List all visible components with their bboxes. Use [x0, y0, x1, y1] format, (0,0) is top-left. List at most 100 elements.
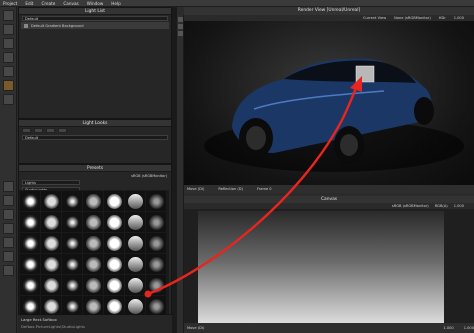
preset-thumbnail[interactable]: [104, 254, 124, 274]
grid-tool-icon[interactable]: [3, 181, 14, 192]
canvas-y-value: 1.000: [463, 326, 474, 330]
preset-thumbnail[interactable]: [62, 254, 82, 274]
light-list-item[interactable]: Default Gradient Background: [31, 24, 84, 28]
preset-thumbnail[interactable]: [104, 212, 124, 232]
preset-thumbnail[interactable]: [20, 191, 40, 211]
preset-thumbnail[interactable]: [146, 233, 166, 253]
menu-window[interactable]: Window: [87, 1, 104, 6]
paint-tool-icon[interactable]: [3, 80, 14, 91]
menu-edit[interactable]: Edit: [25, 1, 33, 6]
add-look-button[interactable]: [22, 128, 31, 133]
preset-thumbnail[interactable]: [62, 191, 82, 211]
preset-thumbnail[interactable]: [41, 233, 61, 253]
reflection-dropdown[interactable]: Reflection (D): [218, 187, 243, 191]
preset-thumbnail[interactable]: [62, 275, 82, 295]
preset-thumbnail[interactable]: [83, 212, 103, 232]
preset-thumbnail[interactable]: [83, 296, 103, 316]
preset-swatch: [127, 277, 143, 293]
preset-thumbnail[interactable]: [104, 233, 124, 253]
presets-filter-dropdown[interactable]: Lights: [22, 180, 80, 185]
preset-thumbnail[interactable]: [20, 254, 40, 274]
preset-swatch: [85, 277, 101, 293]
preset-thumbnail[interactable]: [83, 233, 103, 253]
hdr-dropdown[interactable]: HDr: [439, 16, 446, 20]
light-tool-icon[interactable]: [3, 24, 14, 35]
preset-thumbnail[interactable]: [83, 254, 103, 274]
duplicate-look-button[interactable]: [34, 128, 43, 133]
render-side-strip: [177, 15, 184, 333]
sun-tool-icon[interactable]: [3, 94, 14, 105]
preset-thumbnail[interactable]: [104, 275, 124, 295]
frame-tool-icon[interactable]: [3, 223, 14, 234]
select-tool-icon[interactable]: [3, 10, 14, 21]
preset-swatch: [43, 235, 59, 251]
canvas-colorspace[interactable]: sRGB (sRGBMonitor): [392, 204, 429, 208]
look-options-button[interactable]: [58, 128, 67, 133]
preset-thumbnail[interactable]: [20, 275, 40, 295]
preset-thumbnail[interactable]: [41, 212, 61, 232]
menu-project[interactable]: Project: [3, 1, 17, 6]
view-icon[interactable]: [178, 17, 183, 22]
preset-thumbnail[interactable]: [41, 191, 61, 211]
grid-icon[interactable]: [178, 31, 183, 36]
preset-thumbnail[interactable]: [62, 233, 82, 253]
settings-tool-icon[interactable]: [3, 251, 14, 262]
preset-thumbnail[interactable]: [20, 233, 40, 253]
preset-thumbnail[interactable]: [146, 212, 166, 232]
menu-help[interactable]: Help: [111, 1, 121, 6]
stack-tool-icon[interactable]: [3, 209, 14, 220]
camera-tool-icon[interactable]: [3, 237, 14, 248]
picker-tool-icon[interactable]: [3, 66, 14, 77]
move-dropdown[interactable]: Move (Di): [187, 187, 204, 191]
preset-thumbnail[interactable]: [146, 191, 166, 211]
preset-thumbnail[interactable]: [146, 296, 166, 316]
layers-tool-icon[interactable]: [3, 195, 14, 206]
checkbox[interactable]: [24, 23, 28, 28]
preset-thumbnail[interactable]: [125, 296, 145, 316]
preset-thumbnail[interactable]: [146, 275, 166, 295]
preset-thumbnail[interactable]: [146, 254, 166, 274]
preset-thumbnail[interactable]: [125, 275, 145, 295]
preset-swatch: [64, 214, 80, 230]
render-viewport[interactable]: [184, 21, 474, 185]
menu-create[interactable]: Create: [41, 1, 55, 6]
presets-colorspace[interactable]: sRGB (sRGBMonitor): [131, 174, 167, 178]
preset-thumbnail[interactable]: [125, 212, 145, 232]
light-looks-field[interactable]: Default: [22, 135, 168, 140]
preset-swatch: [43, 298, 59, 314]
preset-thumbnail[interactable]: [125, 233, 145, 253]
brush-tool-icon[interactable]: [3, 38, 14, 49]
preset-thumbnail[interactable]: [83, 275, 103, 295]
preset-thumbnail[interactable]: [125, 191, 145, 211]
canvas-mode[interactable]: RGB(A): [435, 204, 448, 208]
preset-thumbnail[interactable]: [83, 191, 103, 211]
render-tool-icon[interactable]: [3, 265, 14, 276]
tonemap-dropdown[interactable]: None (sRGBMonitor): [394, 16, 431, 20]
preset-thumbnail[interactable]: [62, 212, 82, 232]
preset-thumbnail[interactable]: [62, 296, 82, 316]
canvas-zoom[interactable]: 1.000: [454, 204, 464, 208]
preset-thumbnail[interactable]: [104, 191, 124, 211]
preset-thumbnail[interactable]: [20, 212, 40, 232]
menu-bar: Project Edit Create Canvas Window Help: [0, 0, 474, 7]
preset-thumbnail[interactable]: [41, 296, 61, 316]
light-list-title: Light List: [19, 8, 171, 15]
preset-swatch: [85, 235, 101, 251]
light-list-preset-field[interactable]: Default: [22, 16, 168, 21]
canvas-gradient[interactable]: [198, 211, 444, 323]
light-widget[interactable]: [355, 65, 375, 83]
current-view-dropdown[interactable]: Current View: [363, 16, 386, 20]
preset-thumbnail[interactable]: [125, 254, 145, 274]
preset-thumbnail[interactable]: [20, 296, 40, 316]
pen-tool-icon[interactable]: [3, 52, 14, 63]
preset-thumbnail[interactable]: [41, 275, 61, 295]
preset-thumbnail[interactable]: [41, 254, 61, 274]
preset-swatch: [64, 298, 80, 314]
preset-swatch: [106, 298, 122, 314]
render-zoom[interactable]: 1.000: [454, 16, 464, 20]
canvas-move-dropdown[interactable]: Move (Di): [187, 326, 204, 330]
delete-look-button[interactable]: [46, 128, 55, 133]
menu-canvas[interactable]: Canvas: [63, 1, 78, 6]
camera-icon[interactable]: [178, 24, 183, 29]
preset-thumbnail[interactable]: [104, 296, 124, 316]
